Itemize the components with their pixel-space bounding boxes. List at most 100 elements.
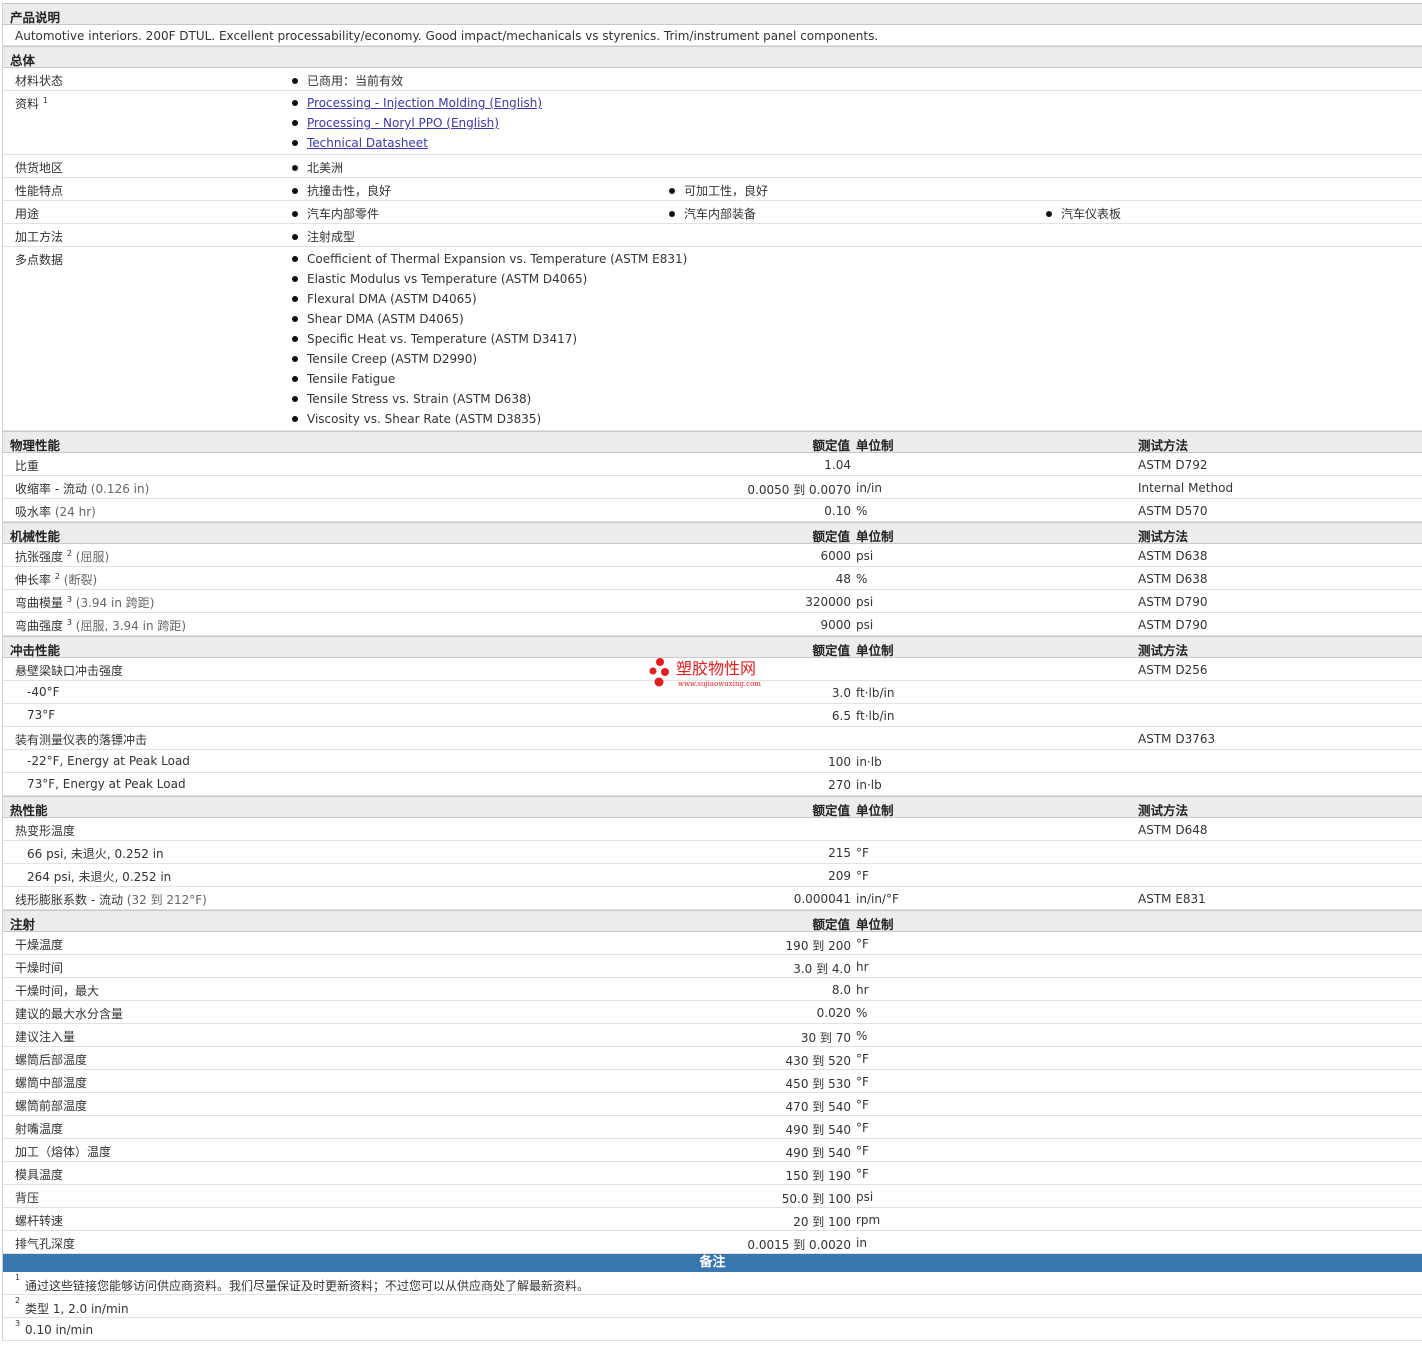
property-value: 6000 (820, 549, 851, 563)
property-unit: hr (856, 983, 869, 997)
note-item: 1 通过这些链接您能够访问供应商资料。我们尽量保证及时更新资料；不过您可以从供应商… (3, 1272, 1422, 1295)
logo-dot (654, 677, 664, 687)
property-row: 背压 50.0 到 100 psi (3, 1185, 1422, 1208)
injection-rows: 干燥温度 190 到 200 °F 干燥时间 3.0 到 4.0 hr 干燥时间，最大 8.0… (3, 932, 1422, 1254)
property-value: 20 到 100 (793, 1215, 851, 1229)
property-label: 悬壁梁缺口冲击强度 (15, 664, 124, 678)
doc-link-injection[interactable]: Processing - Injection Molding (English) (292, 96, 542, 110)
process-label: 加工方法 (15, 230, 64, 244)
property-label: 排气孔深度 (15, 1237, 76, 1251)
property-subrow: -22°F, Energy at Peak Load 100 in·lb (3, 750, 1422, 773)
logo-dot (649, 667, 657, 675)
watermark-url: www.sujiaowuxing.com (678, 680, 761, 688)
section-impact: 冲击性能 额定值 单位制 测试方法 (3, 636, 1422, 658)
property-row: 螺杆转速 20 到 100 rpm (3, 1208, 1422, 1231)
logo-dot (661, 668, 669, 676)
property-row: 弯曲模量 3 (3.94 in 跨距) 320000 psi ASTM D790 (3, 590, 1422, 613)
header-method: 测试方法 (1138, 643, 1189, 658)
property-row: 模具温度 150 到 190 °F (3, 1162, 1422, 1185)
property-unit: rpm (856, 1213, 881, 1227)
uses-row: 用途 汽车内部零件 汽车内部装备 汽车仪表板 (3, 201, 1422, 224)
property-unit: ft·lb/in (856, 709, 895, 723)
property-label: 弯曲强度 3 (屈服, 3.94 in 跨距) (15, 618, 187, 633)
property-value: 150 到 190 (785, 1169, 851, 1183)
property-unit: °F (856, 1167, 869, 1181)
docs-row: 资料 1 Processing - Injection Molding (Eng… (3, 91, 1422, 155)
property-row: 建议注入量 30 到 70% (3, 1024, 1422, 1047)
property-unit: % (856, 504, 868, 518)
property-method: ASTM E831 (1138, 892, 1206, 906)
property-label: 螺筒后部温度 (15, 1053, 88, 1067)
note-item: 3 0.10 in/min (3, 1318, 1422, 1341)
property-label: 螺筒前部温度 (15, 1099, 88, 1113)
multipoint-item: Flexural DMA (ASTM D4065) (292, 292, 477, 306)
property-row: 加工（熔体）温度 490 到 540 °F (3, 1139, 1422, 1162)
process-row: 加工方法 注射成型 (3, 224, 1422, 247)
property-label: 干燥温度 (15, 938, 64, 952)
section-thermal: 热性能 额定值 单位制 测试方法 (3, 796, 1422, 818)
property-row: 线形膨胀系数 - 流动 (32 到 212°F) 0.000041 in/in/… (3, 887, 1422, 910)
region-row: 供货地区 北美洲 (3, 155, 1422, 178)
property-value: 320000 (805, 595, 851, 609)
property-unit: in/in/°F (856, 892, 899, 906)
use-item: 汽车仪表板 (1046, 205, 1121, 222)
property-row: 干燥温度 190 到 200 °F (3, 932, 1422, 955)
section-injection: 注射 额定值 单位制 (3, 910, 1422, 932)
property-label: 线形膨胀系数 - 流动 (32 到 212°F) (15, 893, 207, 907)
property-label: 热变形温度 (15, 824, 76, 838)
doc-link-noryl[interactable]: Processing - Noryl PPO (English) (292, 116, 499, 130)
property-row: 排气孔深度 0.0015 到 0.0020 in (3, 1231, 1422, 1254)
property-row: 抗张强度 2 (屈服) 6000 psi ASTM D638 (3, 544, 1422, 567)
property-label: 建议注入量 (15, 1030, 76, 1044)
property-method: Internal Method (1138, 481, 1234, 495)
property-unit: in/in (856, 481, 882, 495)
status-label: 材料状态 (15, 74, 64, 88)
property-value: 0.020 (816, 1006, 851, 1020)
property-unit: °F (856, 937, 869, 951)
property-unit: in (856, 1236, 867, 1250)
property-label: 73°F (27, 708, 56, 722)
doc-link-datasheet[interactable]: Technical Datasheet (292, 136, 428, 150)
property-value: 270 (828, 778, 851, 792)
property-row: 吸水率 (24 hr) 0.10 % ASTM D570 (3, 499, 1422, 522)
header-value: 额定值 (812, 438, 850, 453)
property-unit: psi (856, 1190, 874, 1204)
feature-item: 可加工性，良好 (669, 182, 768, 199)
property-value: 430 到 520 (785, 1054, 851, 1068)
property-label: 比重 (15, 459, 40, 473)
watermark-logo: 塑胶物性网 www.sujiaowuxing.com (648, 656, 778, 690)
features-label: 性能特点 (15, 184, 64, 198)
property-unit: psi (856, 549, 874, 563)
property-method: ASTM D256 (1138, 663, 1208, 677)
region-value: 北美洲 (292, 159, 343, 176)
property-value: 48 (835, 572, 851, 586)
header-value: 额定值 (812, 643, 850, 658)
property-label: 背压 (15, 1191, 40, 1205)
property-value: 0.0015 到 0.0020 (747, 1238, 851, 1252)
multipoint-item: Tensile Fatigue (292, 372, 395, 386)
status-row: 材料状态 已商用：当前有效 (3, 68, 1422, 91)
product-desc-row: Automotive interiors. 200F DTUL. Excelle… (3, 25, 1422, 46)
property-value: 3.0 到 4.0 (793, 962, 851, 976)
property-unit: °F (856, 1098, 869, 1112)
status-value: 已商用：当前有效 (292, 72, 403, 89)
property-row: 干燥时间 3.0 到 4.0 hr (3, 955, 1422, 978)
property-subrow: 73°F, Energy at Peak Load 270 in·lb (3, 773, 1422, 796)
use-item: 汽车内部零件 (292, 205, 379, 222)
property-value: 209 (828, 869, 851, 883)
property-value: 0.10 (824, 504, 851, 518)
section-product-desc: 产品说明 (3, 3, 1422, 25)
property-unit: °F (856, 869, 869, 883)
property-label: 加工（熔体）温度 (15, 1145, 112, 1159)
multipoint-item: Tensile Stress vs. Strain (ASTM D638) (292, 392, 531, 406)
feature-item: 抗撞击性，良好 (292, 182, 391, 199)
property-label: 装有测量仪表的落镖冲击 (15, 733, 148, 747)
property-label: 吸水率 (24 hr) (15, 505, 96, 519)
property-label: 收缩率 - 流动 (0.126 in) (15, 482, 150, 496)
property-method: ASTM D792 (1138, 458, 1208, 472)
property-unit: °F (856, 1075, 869, 1089)
property-value: 1.04 (824, 458, 851, 472)
product-desc-text: Automotive interiors. 200F DTUL. Excelle… (15, 29, 879, 43)
section-mechanical: 机械性能 额定值 单位制 测试方法 (3, 522, 1422, 544)
property-value: 0.000041 (793, 892, 851, 906)
